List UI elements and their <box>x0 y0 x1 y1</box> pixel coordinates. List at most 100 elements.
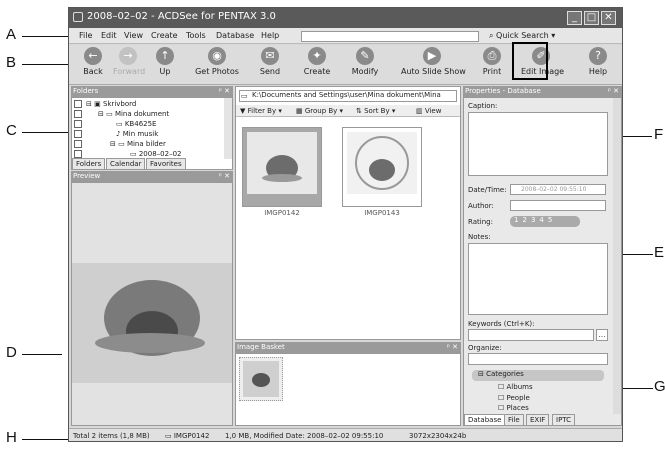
browser-toolbar: ▼ Filter By ▾ ▦ Group By ▾ ⇅ Sort By ▾ ▥… <box>236 105 460 117</box>
rating-control[interactable]: 12345 <box>510 216 580 227</box>
callout-a: A <box>6 26 17 43</box>
properties-scrollbar[interactable] <box>613 98 621 414</box>
app-icon <box>73 12 83 22</box>
quick-search-input[interactable] <box>301 31 479 42</box>
tree-checkbox[interactable] <box>74 100 82 108</box>
tab-iptc[interactable]: IPTC <box>552 414 576 426</box>
category-albums[interactable]: ☐ Albums <box>498 383 533 391</box>
basket-thumbnail[interactable] <box>239 357 283 401</box>
menu-create[interactable]: Create <box>151 31 178 40</box>
tree-item-skrivbord[interactable]: ⊟ ▣ Skrivbord <box>86 100 136 108</box>
image-basket-pane <box>235 353 461 426</box>
tab-favorites[interactable]: Favorites <box>146 158 186 170</box>
close-button[interactable]: ✕ <box>601 11 616 25</box>
tree-item-mina-bilder[interactable]: ⊟ ▭ Mina bilder <box>110 140 166 148</box>
organize-label: Organize: <box>468 344 502 352</box>
forward-arrow-icon: → <box>119 47 137 65</box>
callout-g: G <box>654 378 665 395</box>
status-total: Total 2 items (1,8 MB) <box>73 432 150 440</box>
leader-line-h <box>22 439 72 440</box>
file-browser-pane: K:\Documents and Settings\user\Mina doku… <box>235 86 461 340</box>
forward-button[interactable]: → Forward <box>113 47 145 83</box>
tree-item-2008-02-02[interactable]: ▭ 2008–02–02 <box>130 150 181 158</box>
view-button[interactable]: ▥ View <box>416 107 441 115</box>
maximize-button[interactable]: □ <box>584 11 599 25</box>
panel-close-icon[interactable]: ᵖ ✕ <box>447 342 458 353</box>
panel-close-icon[interactable]: ᵖ ✕ <box>219 171 230 182</box>
get-photos-button[interactable]: ◉ Get Photos <box>194 47 240 83</box>
tree-checkbox[interactable] <box>74 140 82 148</box>
datetime-field[interactable]: 2008–02–02 09:55:10 <box>510 184 606 195</box>
status-dims: 3072x2304x24b <box>409 432 467 440</box>
thumbnail-image <box>347 132 417 194</box>
auto-slide-show-button[interactable]: ▶ Auto Slide Show <box>401 47 466 83</box>
quick-search-button[interactable]: ⌕ Quick Search ▾ <box>489 31 555 41</box>
up-arrow-icon: ↑ <box>156 47 174 65</box>
notes-field[interactable] <box>468 243 608 315</box>
tree-checkbox[interactable] <box>74 110 82 118</box>
panel-close-icon[interactable]: ᵖ ✕ <box>219 86 230 97</box>
callout-b: B <box>6 54 17 71</box>
leader-line-c <box>22 132 72 133</box>
folders-scrollbar[interactable] <box>224 98 232 159</box>
acdsee-window: 2008–02–02 - ACDSee for PENTAX 3.0 _ □ ✕… <box>68 7 623 442</box>
properties-tabs: Database File EXIF IPTC <box>464 414 622 426</box>
properties-pane: Caption: Date/Time: 2008–02–02 09:55:10 … <box>463 97 622 426</box>
datetime-label: Date/Time: <box>468 186 507 194</box>
tab-exif[interactable]: EXIF <box>526 414 550 426</box>
tree-item-mina-dokument[interactable]: ⊟ ▭ Mina dokument <box>98 110 169 118</box>
quick-search-label: Quick Search <box>496 31 549 40</box>
menu-edit[interactable]: Edit <box>101 31 117 40</box>
caption-field[interactable] <box>468 112 608 176</box>
tree-checkbox[interactable] <box>74 150 82 158</box>
panel-close-icon[interactable]: ᵖ ✕ <box>608 86 619 97</box>
author-field[interactable] <box>510 200 606 211</box>
tab-database[interactable]: Database <box>464 414 506 426</box>
menu-database[interactable]: Database <box>216 31 254 40</box>
modify-icon: ✎ <box>356 47 374 65</box>
menu-help[interactable]: Help <box>261 31 279 40</box>
tab-calendar[interactable]: Calendar <box>106 158 146 170</box>
create-button[interactable]: ✦ Create <box>302 47 332 83</box>
status-file: ▭ IMGP0142 <box>165 432 210 440</box>
thumbnail-imgp0143[interactable] <box>342 127 422 207</box>
keywords-browse-button[interactable]: … <box>596 329 608 341</box>
preview-pane <box>71 182 233 426</box>
help-button[interactable]: ? Help <box>586 47 610 83</box>
tab-file[interactable]: File <box>504 414 524 426</box>
tree-item-min-musik[interactable]: ♪ Min musik <box>116 130 158 138</box>
thumbnail-image <box>247 132 317 194</box>
callout-f: F <box>654 126 664 143</box>
folders-tabs: Folders Calendar Favorites <box>72 158 232 170</box>
tree-item-kb4625e[interactable]: ▭ KB4625E <box>116 120 156 128</box>
up-button[interactable]: ↑ Up <box>153 47 177 83</box>
tab-folders[interactable]: Folders <box>72 158 106 170</box>
thumbnail-imgp0142[interactable] <box>242 127 322 207</box>
category-people[interactable]: ☐ People <box>498 394 530 402</box>
filter-by-button[interactable]: ▼ Filter By ▾ <box>240 107 282 115</box>
menu-file[interactable]: File <box>79 31 92 40</box>
callout-h: H <box>6 429 17 446</box>
help-highlight-box <box>512 42 548 80</box>
notes-label: Notes: <box>468 233 491 241</box>
modify-button[interactable]: ✎ Modify <box>349 47 381 83</box>
menu-tools[interactable]: Tools <box>186 31 206 40</box>
group-by-button[interactable]: ▦ Group By ▾ <box>296 107 343 115</box>
wand-icon: ✦ <box>308 47 326 65</box>
send-button[interactable]: ✉ Send <box>255 47 285 83</box>
sort-by-button[interactable]: ⇅ Sort By ▾ <box>356 107 395 115</box>
category-places[interactable]: ☐ Places <box>498 404 529 412</box>
back-button[interactable]: ← Back <box>81 47 105 83</box>
tree-checkbox[interactable] <box>74 130 82 138</box>
categories-group[interactable]: ⊟ Categories <box>472 370 604 381</box>
keywords-field[interactable] <box>468 329 594 341</box>
callout-c: C <box>6 122 17 139</box>
camera-icon: ◉ <box>208 47 226 65</box>
organize-field[interactable] <box>468 353 608 365</box>
print-button[interactable]: ⎙ Print <box>479 47 505 83</box>
path-input[interactable]: K:\Documents and Settings\user\Mina doku… <box>239 90 457 102</box>
menu-view[interactable]: View <box>124 31 143 40</box>
minimize-button[interactable]: _ <box>567 11 582 25</box>
preview-image <box>72 183 232 425</box>
tree-checkbox[interactable] <box>74 120 82 128</box>
